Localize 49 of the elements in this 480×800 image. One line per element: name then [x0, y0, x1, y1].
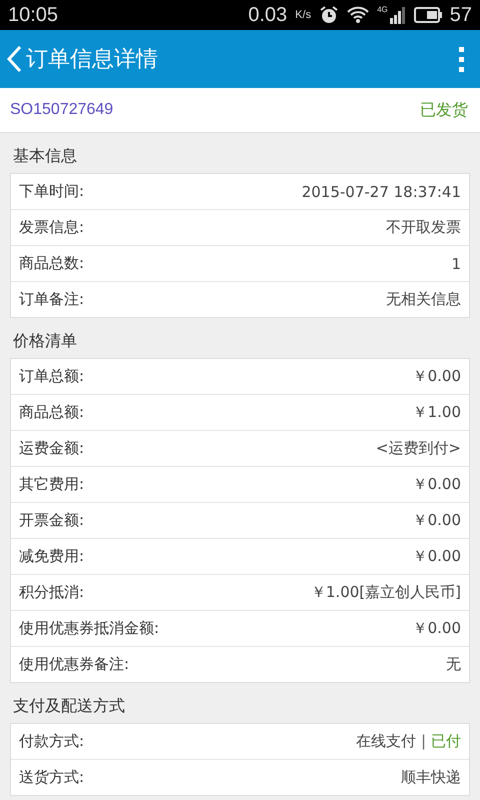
field-label: 下单时间: [19, 182, 84, 201]
field-value: ￥0.00 [412, 511, 461, 530]
field-value: ￥0.00 [412, 619, 461, 638]
field-value: ￥1.00 [412, 403, 461, 422]
field-value: ￥0.00 [412, 547, 461, 566]
network-speed: 0.03 [248, 4, 288, 26]
network-type: 4G [377, 5, 388, 14]
field-value: 顺丰快递 [401, 768, 461, 787]
wifi-icon [347, 6, 370, 24]
field-label: 其它费用: [19, 475, 84, 494]
clock: 10:05 [8, 4, 58, 26]
field-label: 使用优惠券抵消金额: [19, 619, 160, 638]
order-number: SO150727649 [10, 101, 114, 119]
field-value: 2015-07-27 18:37:41 [302, 182, 461, 200]
field-label: 订单总额: [19, 367, 84, 386]
back-icon [6, 45, 22, 73]
field-label: 发票信息: [19, 218, 84, 237]
page-title: 订单信息详情 [26, 46, 159, 74]
speed-unit: K/s [295, 9, 312, 21]
field-value: 在线支付 [356, 732, 416, 751]
field-label: 运费金额: [19, 439, 84, 458]
field-value: 1 [451, 254, 461, 272]
back-button[interactable] [6, 45, 22, 73]
field-value: ￥0.00 [412, 475, 461, 494]
field-label: 商品总数: [19, 254, 84, 273]
field-label: 商品总额: [19, 403, 84, 422]
field-value: <运费到付> [376, 439, 461, 458]
field-label: 使用优惠券备注: [19, 655, 130, 674]
field-value: ￥0.00 [412, 367, 461, 386]
section-title: 价格清单 [12, 330, 78, 352]
field-label: 送货方式: [19, 768, 84, 787]
field-label: 积分抵消: [19, 583, 84, 602]
field-label: 订单备注: [19, 290, 84, 309]
order-status: 已发货 [420, 100, 468, 120]
field-value: 无 [446, 655, 461, 674]
field-label: 付款方式: [19, 732, 84, 751]
alarm-icon [319, 5, 340, 25]
field-value: 无相关信息 [386, 290, 461, 309]
section-title: 基本信息 [12, 145, 78, 167]
battery-icon [414, 7, 442, 23]
section-title: 支付及配送方式 [12, 695, 126, 717]
field-value: 不开取发票 [386, 218, 461, 237]
payment-status: 已付 [431, 732, 461, 751]
field-value: ￥1.00[嘉立创人民币] [310, 583, 461, 602]
separator: | [420, 732, 426, 751]
field-label: 开票金额: [19, 511, 84, 530]
field-label: 减免费用: [19, 547, 84, 566]
signal-icon [390, 6, 406, 24]
battery-level: 57 [450, 4, 472, 26]
